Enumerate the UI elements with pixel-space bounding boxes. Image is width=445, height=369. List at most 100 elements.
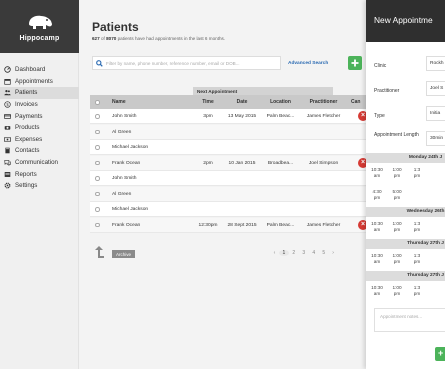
col-cancel[interactable]: Can bbox=[351, 99, 360, 105]
table-header: Name Time Date Location Practitioner Can bbox=[90, 95, 366, 109]
clinic-select[interactable]: Rockh bbox=[426, 56, 445, 71]
sidebar-item-appointments[interactable]: Appointments bbox=[0, 76, 79, 88]
table-row[interactable]: John Smith bbox=[90, 171, 366, 186]
time-slot[interactable]: 10:30 am bbox=[368, 285, 386, 296]
table-row[interactable]: John Smith 3pm 13 May 2015 Palm Beac... Jame… bbox=[90, 109, 368, 124]
length-select[interactable]: 30min bbox=[426, 131, 445, 146]
cell-date: 28 Sept 2015 bbox=[227, 222, 257, 228]
time-slot[interactable]: 1:00 pm bbox=[388, 253, 406, 264]
col-time[interactable]: Time bbox=[193, 99, 223, 105]
archive-button[interactable]: Archive bbox=[112, 250, 136, 258]
sidebar-item-label: Appointments bbox=[15, 77, 53, 85]
add-patient-button[interactable] bbox=[348, 56, 362, 70]
slot-ampm: pm bbox=[393, 290, 401, 296]
page-next[interactable]: › bbox=[329, 250, 338, 256]
time-slot[interactable]: 1:3 pm bbox=[408, 253, 426, 264]
logo[interactable]: Hippocamp bbox=[0, 0, 79, 53]
type-select[interactable]: Initia bbox=[426, 106, 445, 121]
cell-name: Frank Ocean bbox=[112, 222, 141, 228]
sidebar-nav: Dashboard Appointments Patients $ Invoic… bbox=[0, 64, 79, 192]
table-row[interactable]: Al Green bbox=[90, 124, 366, 140]
dashboard-icon bbox=[4, 66, 11, 74]
time-slot[interactable]: 4:30 pm bbox=[368, 189, 386, 200]
slot-ampm: am bbox=[373, 226, 381, 232]
row-checkbox[interactable] bbox=[95, 145, 100, 150]
practitioner-select[interactable]: Joel S bbox=[426, 81, 445, 96]
table-row[interactable]: Frank Ocean 12:30pm 28 Sept 2015 Palm Beac.… bbox=[90, 217, 368, 233]
cell-location: Palm Beac... bbox=[266, 222, 295, 228]
time-slot[interactable]: 1:00 pm bbox=[388, 285, 406, 296]
appointment-notes-field[interactable]: Appointment notes... bbox=[374, 308, 445, 332]
row-checkbox[interactable] bbox=[95, 222, 100, 227]
col-date[interactable]: Date bbox=[223, 99, 261, 105]
subtitle-rest: patients have had appointments in the la… bbox=[117, 36, 226, 41]
sidebar-item-settings[interactable]: Settings bbox=[0, 180, 79, 192]
row-checkbox[interactable] bbox=[95, 114, 100, 119]
sidebar-item-reports[interactable]: Reports bbox=[0, 168, 79, 180]
time-slot[interactable]: 1:3 pm bbox=[408, 221, 426, 232]
sidebar-item-invoices[interactable]: $ Invoices bbox=[0, 99, 79, 111]
sidebar-item-expenses[interactable]: Expenses bbox=[0, 134, 79, 146]
row-checkbox[interactable] bbox=[95, 129, 100, 134]
sidebar-item-products[interactable]: Products bbox=[0, 122, 79, 134]
plus-icon bbox=[351, 59, 359, 67]
slot-ampm: am bbox=[373, 172, 381, 178]
cell-time: 3pm bbox=[203, 114, 213, 119]
sidebar-item-label: Products bbox=[15, 124, 40, 132]
sidebar-item-label: Invoices bbox=[15, 101, 38, 109]
advanced-search-link[interactable]: Advanced Search bbox=[288, 61, 328, 66]
table-row[interactable]: Frank Ocean 2pm 10 Jan 2015 Broadbea... Joel… bbox=[90, 155, 368, 171]
page-3[interactable]: 3 bbox=[299, 250, 309, 256]
sidebar-item-label: Contacts bbox=[15, 147, 40, 155]
col-location[interactable]: Location bbox=[261, 99, 300, 105]
sidebar-item-label: Expenses bbox=[15, 135, 43, 143]
day-header: Wednesday 26th bbox=[366, 207, 445, 217]
cell-name: Al Green bbox=[112, 129, 132, 135]
users-icon bbox=[4, 90, 11, 96]
sidebar-item-contacts[interactable]: Contacts bbox=[0, 145, 79, 157]
sidebar-item-payments[interactable]: Payments bbox=[0, 110, 79, 122]
confirm-appointment-button[interactable] bbox=[435, 347, 445, 361]
table-row[interactable]: Michael Jackson bbox=[90, 140, 366, 155]
sidebar-item-communication[interactable]: Communication bbox=[0, 157, 79, 169]
time-slot[interactable]: 1:00 pm bbox=[388, 167, 406, 178]
page-2[interactable]: 2 bbox=[289, 250, 299, 256]
search-placeholder: Filter by name, phone number, reference … bbox=[106, 60, 240, 66]
time-slot[interactable]: 1:00 pm bbox=[388, 221, 406, 232]
cell-name: John Smith bbox=[112, 176, 137, 181]
sidebar-item-dashboard[interactable]: Dashboard bbox=[0, 64, 79, 76]
search-input[interactable]: Filter by name, phone number, reference … bbox=[92, 56, 281, 70]
slot-ampm: pm bbox=[393, 194, 401, 200]
time-slot[interactable]: 10:30 am bbox=[368, 167, 386, 178]
arrow-up-icon bbox=[95, 246, 104, 258]
sidebar-item-patients[interactable]: Patients bbox=[0, 87, 79, 99]
slot-ampm: pm bbox=[413, 172, 421, 178]
sidebar-item-label: Patients bbox=[15, 89, 38, 97]
col-practitioner[interactable]: Practitioner bbox=[300, 99, 347, 105]
table-row[interactable]: Michael Jackson bbox=[90, 202, 366, 217]
time-slot[interactable]: 1:3 pm bbox=[408, 285, 426, 296]
cell-location: Broadbea... bbox=[267, 160, 294, 166]
search-icon bbox=[96, 59, 103, 67]
main-content: Patients 627 of 8070 patients have had a… bbox=[79, 0, 368, 369]
row-checkbox[interactable] bbox=[95, 191, 100, 196]
page-prev[interactable]: ‹ bbox=[270, 250, 279, 256]
cell-name: Frank Ocean bbox=[112, 160, 141, 166]
page-5[interactable]: 5 bbox=[319, 250, 329, 256]
page-1[interactable]: 1 bbox=[278, 250, 289, 256]
cell-practitioner: James Fletcher bbox=[306, 222, 341, 228]
time-slot[interactable]: 10:30 am bbox=[368, 253, 386, 264]
sidebar: Hippocamp Dashboard Appointments Patient… bbox=[0, 0, 79, 369]
row-checkbox[interactable] bbox=[95, 176, 100, 181]
page-4[interactable]: 4 bbox=[309, 250, 319, 256]
time-slot[interactable]: 1:3 pm bbox=[408, 167, 426, 178]
col-name[interactable]: Name bbox=[112, 99, 126, 105]
cell-time: 12:30pm bbox=[198, 222, 218, 228]
time-slot[interactable]: 10:30 am bbox=[368, 221, 386, 232]
row-checkbox[interactable] bbox=[95, 160, 100, 165]
select-all-checkbox[interactable] bbox=[95, 100, 100, 105]
day-header: Monday 24th J bbox=[366, 153, 445, 163]
row-checkbox[interactable] bbox=[95, 207, 100, 212]
time-slot[interactable]: 5:00 pm bbox=[388, 189, 406, 200]
table-row[interactable]: Al Green bbox=[90, 186, 366, 202]
